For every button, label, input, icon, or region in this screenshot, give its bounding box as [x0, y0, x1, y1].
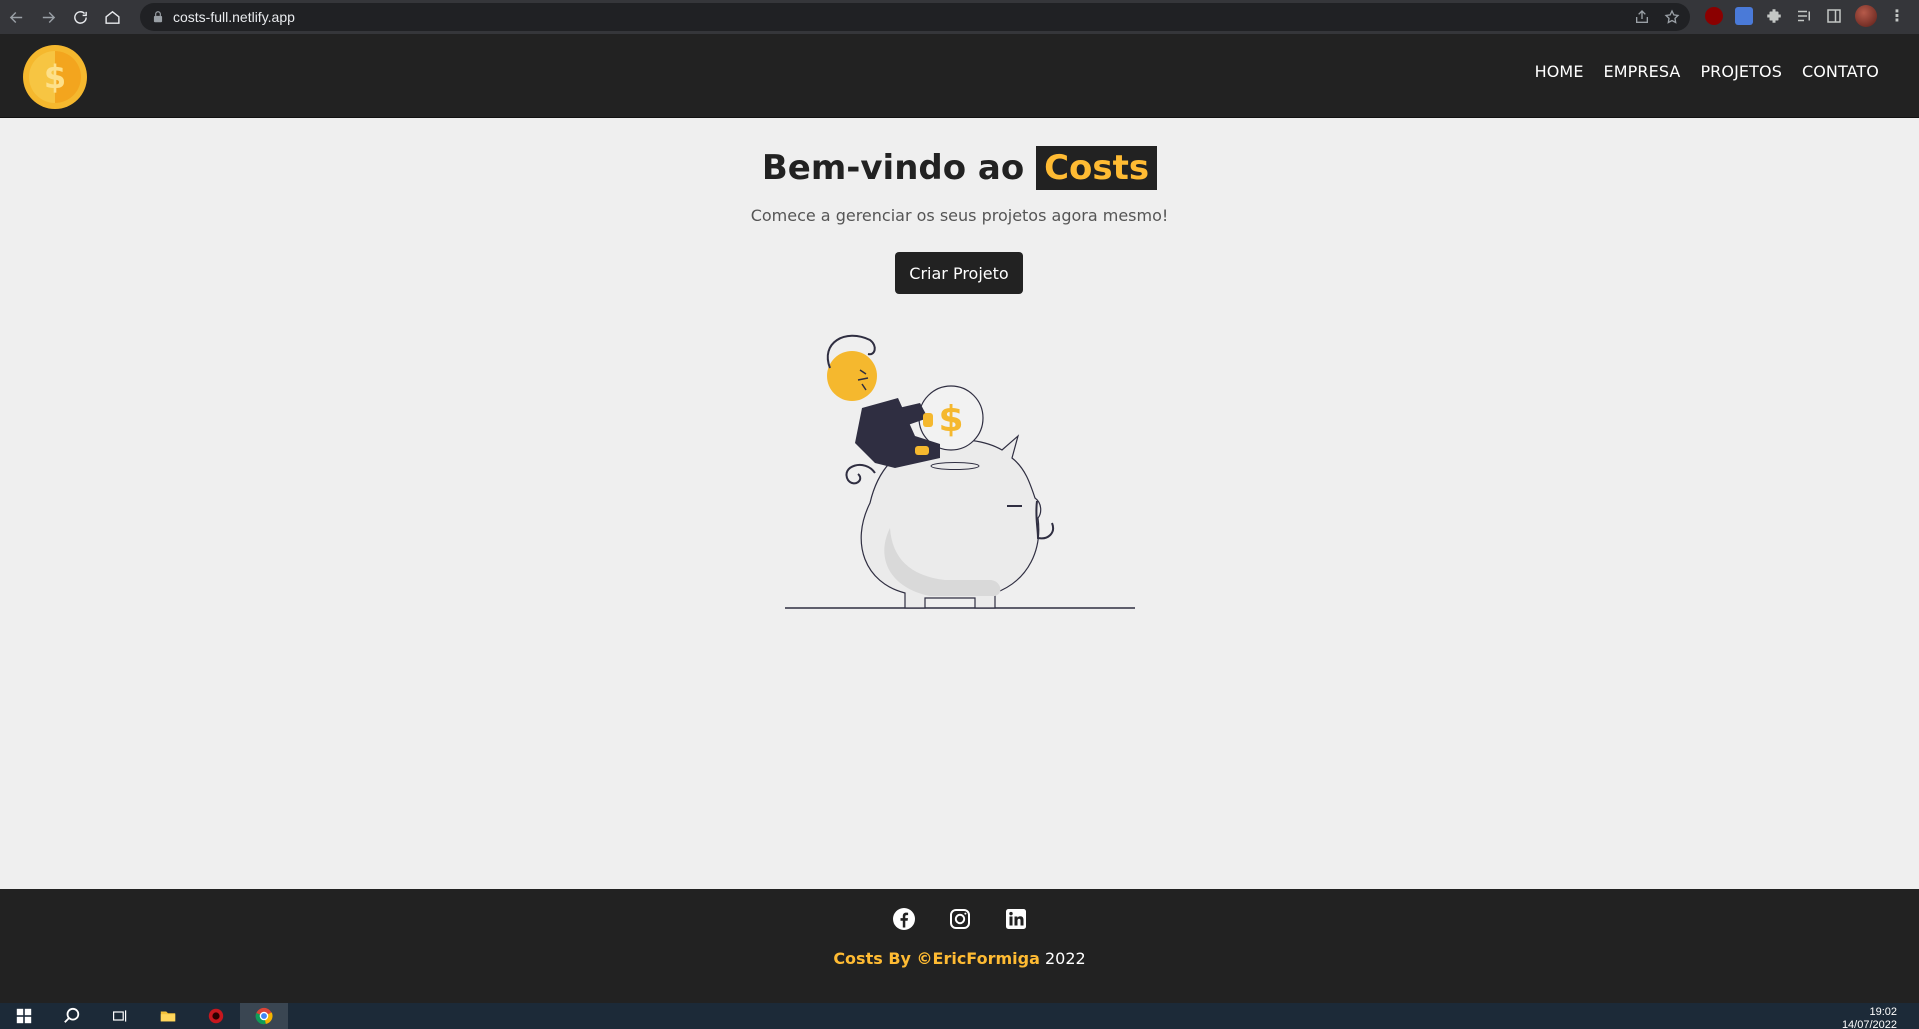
- costs-logo[interactable]: $: [22, 44, 88, 110]
- clock-date: 14/07/2022: [1841, 1019, 1897, 1029]
- reading-list-icon[interactable]: [1795, 7, 1813, 25]
- back-icon[interactable]: [0, 2, 32, 32]
- linkedin-icon[interactable]: [1004, 907, 1028, 931]
- red-app-icon[interactable]: [192, 1003, 240, 1029]
- docs-extension-icon[interactable]: [1735, 7, 1753, 25]
- side-panel-icon[interactable]: [1825, 7, 1843, 25]
- chrome-taskbar-icon[interactable]: [240, 1003, 288, 1029]
- hero-title-brand: Costs: [1036, 146, 1158, 190]
- windows-start-icon[interactable]: [0, 1003, 48, 1029]
- copyright-text: Costs By ©EricFormiga 2022: [0, 949, 1919, 968]
- site-navbar: $ HOME EMPRESA PROJETOS CONTATO: [0, 34, 1919, 118]
- hero-subtitle: Comece a gerenciar os seus projetos agor…: [750, 206, 1169, 225]
- copyright-brand: Costs By ©EricFormiga: [833, 949, 1040, 968]
- svg-text:$: $: [938, 399, 963, 440]
- home-main: Bem-vindo ao Costs Comece a gerenciar os…: [0, 118, 1919, 889]
- url-text: costs-full.netlify.app: [173, 9, 295, 25]
- profile-avatar[interactable]: [1855, 5, 1877, 27]
- facebook-icon[interactable]: [892, 907, 916, 931]
- nav-links: HOME EMPRESA PROJETOS CONTATO: [1535, 62, 1879, 81]
- instagram-icon[interactable]: [948, 907, 972, 931]
- star-icon[interactable]: [1664, 9, 1680, 25]
- share-icon[interactable]: [1634, 9, 1650, 25]
- nav-projetos-link[interactable]: PROJETOS: [1700, 62, 1782, 81]
- address-bar[interactable]: costs-full.netlify.app: [140, 3, 1690, 31]
- ublock-extension-icon[interactable]: [1705, 7, 1723, 25]
- reload-icon[interactable]: [64, 2, 96, 32]
- menu-kebab-icon[interactable]: ⋮: [1889, 8, 1905, 24]
- copyright-year: 2022: [1044, 949, 1086, 968]
- home-icon[interactable]: [96, 2, 128, 32]
- create-project-button[interactable]: Criar Projeto: [895, 252, 1023, 294]
- browser-toolbar: costs-full.netlify.app ⋮: [0, 0, 1919, 34]
- os-taskbar: 19:02 14/07/2022: [0, 1003, 1919, 1029]
- nav-empresa-link[interactable]: EMPRESA: [1604, 62, 1681, 81]
- task-view-icon[interactable]: [96, 1003, 144, 1029]
- forward-icon[interactable]: [32, 2, 64, 32]
- clock-time: 19:02: [1869, 1006, 1897, 1018]
- svg-text:$: $: [44, 58, 66, 96]
- site-footer: Costs By ©EricFormiga 2022: [0, 889, 1919, 1003]
- hero-title-prefix: Bem-vindo ao: [761, 148, 1025, 188]
- file-explorer-icon[interactable]: [144, 1003, 192, 1029]
- lock-icon: [153, 11, 163, 23]
- social-links: [0, 907, 1919, 931]
- nav-contato-link[interactable]: CONTATO: [1802, 62, 1879, 81]
- search-icon[interactable]: [48, 1003, 96, 1029]
- piggy-bank-illustration: $: [780, 318, 1140, 618]
- nav-home-link[interactable]: HOME: [1535, 62, 1584, 81]
- hero-title: Bem-vindo ao Costs: [0, 146, 1919, 190]
- extensions-puzzle-icon[interactable]: [1765, 7, 1783, 25]
- system-clock[interactable]: 19:02 14/07/2022: [1842, 1006, 1897, 1029]
